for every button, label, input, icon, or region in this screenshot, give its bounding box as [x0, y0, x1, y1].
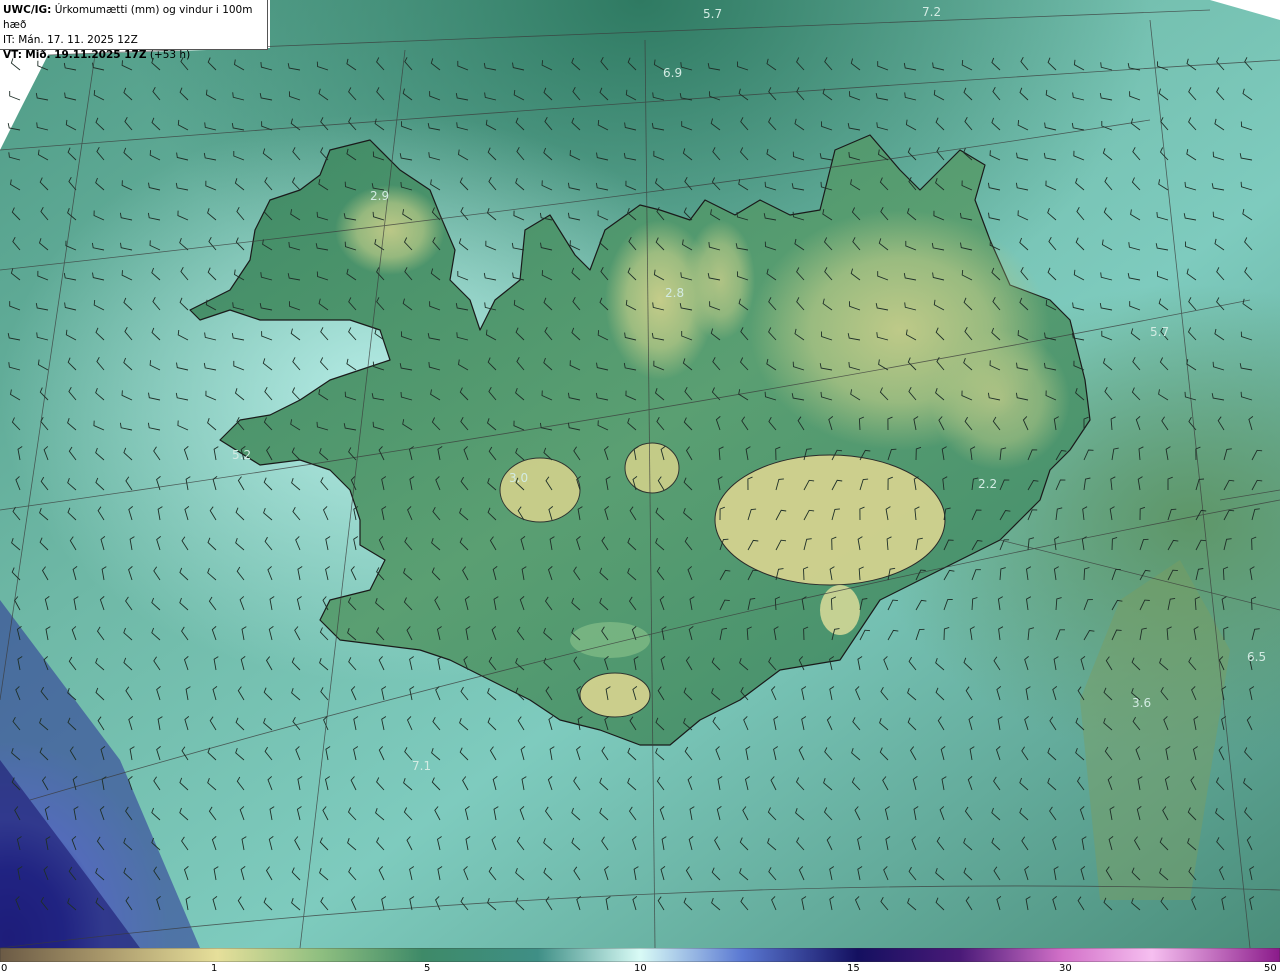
colorbar-tick-3: 10 [634, 963, 647, 974]
colorbar-tick-4: 15 [847, 963, 860, 974]
map-value-v4: 2.8 [665, 286, 684, 300]
valid-time-line: VT: Mið. 19.11.2025 17Z (+53 h) [3, 48, 267, 63]
map-value-v2: 7.2 [922, 5, 941, 19]
map-value-v8: 3.6 [1132, 696, 1151, 710]
colorbar [0, 948, 1280, 962]
colorbar-tick-0: 0 [1, 963, 8, 974]
map-value-v1: 5.7 [703, 7, 722, 21]
map-value-v6: 3.0 [509, 471, 528, 485]
map-value-v7: 6.5 [1247, 650, 1266, 664]
init-time: Mán. 17. 11. 2025 12Z [18, 34, 138, 46]
map-value-v10: 2.9 [370, 189, 389, 203]
map-value-v12: 2.2 [978, 477, 997, 491]
colorbar-tick-5: 30 [1059, 963, 1072, 974]
precipitation-wind-map: 5.7 7.2 6.9 2.8 5.7 3.0 6.5 3.6 7.1 2.9 … [0, 0, 1280, 948]
map-value-v9: 7.1 [412, 759, 431, 773]
init-label: IT: [3, 34, 15, 46]
map-value-v11: 5.2 [232, 448, 251, 462]
title-line: UWC/IG: Úrkomumætti (mm) og vindur i 100… [3, 3, 267, 33]
valid-label: VT: [3, 49, 22, 61]
colorbar-labels: 0 1 5 10 15 30 50 [0, 962, 1280, 978]
map-value-v3: 6.9 [663, 66, 682, 80]
init-time-line: IT: Mán. 17. 11. 2025 12Z [3, 33, 267, 48]
colorbar-tick-1: 1 [211, 963, 218, 974]
model-label: UWC/IG: [3, 4, 52, 16]
lead-time: (+53 h) [149, 49, 191, 61]
colorbar-tick-6: 50 [1264, 963, 1277, 974]
wind-barb [9, 91, 21, 101]
colorbar-tick-2: 5 [424, 963, 431, 974]
map-info-box: UWC/IG: Úrkomumætti (mm) og vindur i 100… [0, 0, 268, 61]
valid-time: Mið. 19.11.2025 17Z [25, 49, 147, 61]
map-value-v5: 5.7 [1150, 325, 1169, 339]
